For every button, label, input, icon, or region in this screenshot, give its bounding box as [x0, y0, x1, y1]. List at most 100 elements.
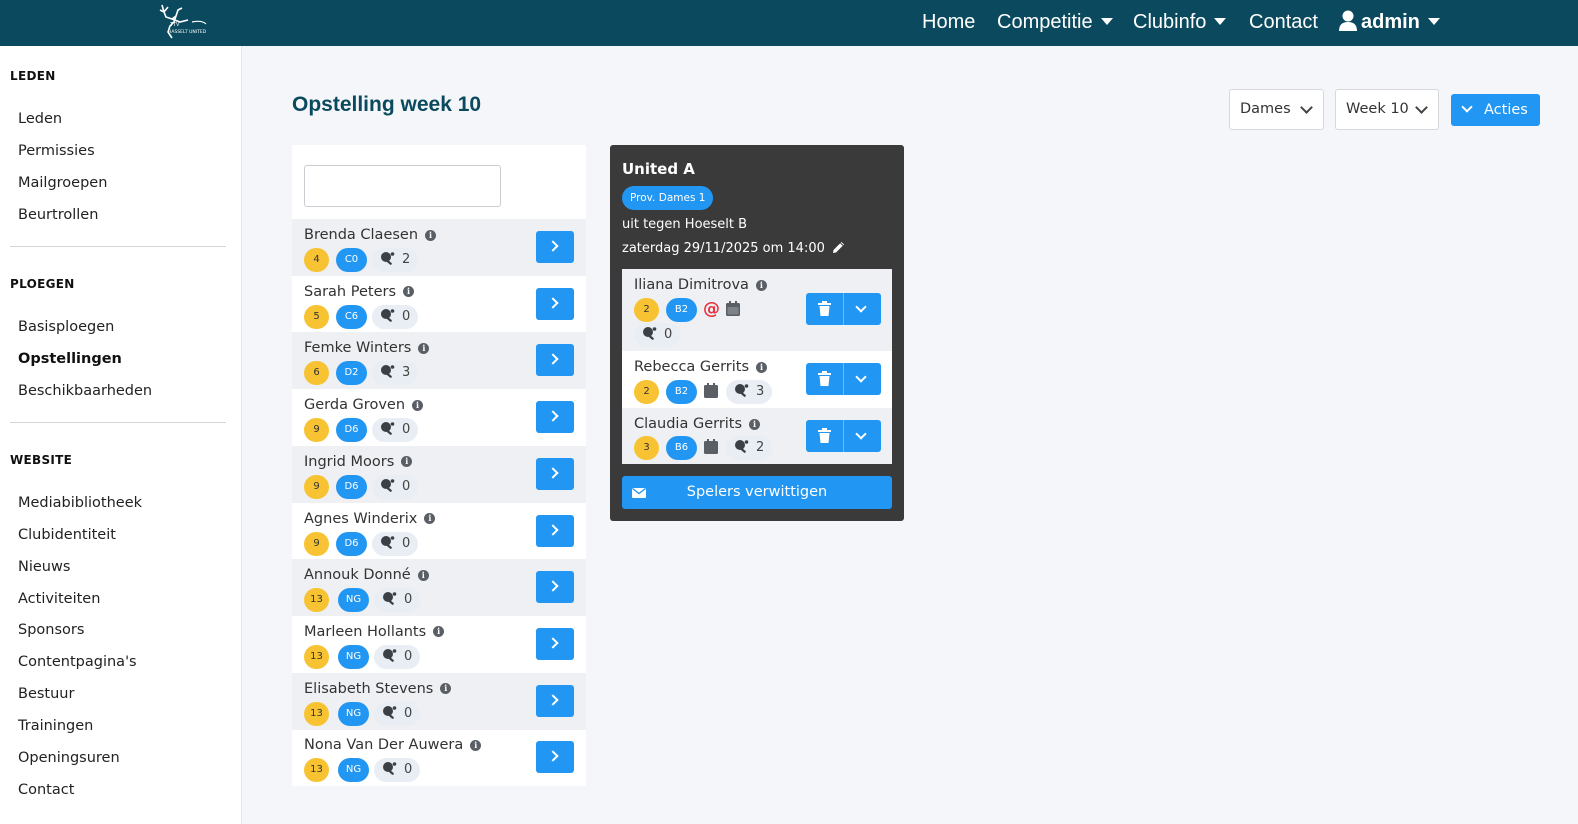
- matches-played-badge: 3: [726, 380, 773, 404]
- team-player-name: Rebecca Gerrits: [634, 359, 750, 375]
- notify-players-button[interactable]: Spelers verwittigen: [622, 476, 892, 509]
- add-player-button[interactable]: [536, 287, 574, 320]
- sidebar-item-contact[interactable]: Contact: [18, 782, 74, 798]
- chevron-down-icon[interactable]: [855, 428, 867, 440]
- add-player-button[interactable]: [536, 741, 574, 774]
- available-players-panel: Brenda Claesen i 4 C0 2 Sarah Peters i 5 C6 0 Femk…: [292, 145, 586, 786]
- chevron-down-icon: [1300, 101, 1313, 114]
- class-badge: C6: [336, 304, 367, 329]
- week-select[interactable]: Week 10: [1335, 89, 1439, 130]
- info-icon[interactable]: i: [403, 286, 415, 298]
- player-name-row: Agnes Winderix i: [304, 510, 436, 527]
- add-player-button[interactable]: [536, 457, 574, 490]
- sidebar-item-nieuws[interactable]: Nieuws: [18, 559, 70, 575]
- team-player-name-row: Iliana Dimitrova i: [634, 277, 767, 293]
- sidebar-item-beurtrollen[interactable]: Beurtrollen: [18, 207, 98, 223]
- nav-contact[interactable]: Contact: [1249, 0, 1318, 46]
- category-select-value: Dames: [1240, 101, 1291, 117]
- add-player-button[interactable]: [536, 684, 574, 717]
- sidebar-item-leden[interactable]: Leden: [18, 111, 62, 127]
- table-tennis-icon: [735, 384, 749, 397]
- trash-icon[interactable]: [818, 428, 831, 443]
- info-icon[interactable]: i: [417, 569, 429, 581]
- info-icon[interactable]: i: [401, 456, 413, 468]
- info-icon[interactable]: i: [425, 229, 437, 241]
- player-action-group: [806, 293, 881, 325]
- info-icon[interactable]: i: [470, 739, 482, 751]
- sidebar-item-bestuur[interactable]: Bestuur: [18, 686, 74, 702]
- caret-down-icon: [1214, 17, 1227, 25]
- table-tennis-icon: [735, 440, 749, 453]
- actions-label: Acties: [1484, 102, 1528, 118]
- info-icon[interactable]: i: [418, 342, 430, 354]
- sidebar-item-basisploegen[interactable]: Basisploegen: [18, 319, 114, 335]
- nav-user-menu[interactable]: admin: [1339, 0, 1440, 46]
- class-badge: NG: [338, 758, 369, 783]
- nav-clubinfo[interactable]: Clubinfo: [1133, 0, 1227, 46]
- club-logo[interactable]: TTV HASSELT UNITED: [150, 2, 210, 42]
- actions-button[interactable]: Acties: [1451, 94, 1540, 126]
- player-row: Elisabeth Stevens i 13 NG 0: [292, 672, 586, 730]
- info-icon[interactable]: i: [424, 513, 436, 524]
- nav-home[interactable]: Home: [922, 0, 975, 46]
- sidebar-item-trainingen[interactable]: Trainingen: [18, 718, 93, 734]
- nav-competitie[interactable]: Competitie: [997, 0, 1113, 46]
- class-badge: B2: [666, 298, 697, 322]
- player-name: Gerda Groven: [304, 397, 406, 414]
- chevron-down-icon[interactable]: [855, 371, 867, 383]
- sidebar-item-opstellingen[interactable]: Opstellingen: [18, 351, 122, 367]
- match-opponent: uit tegen Hoeselt B: [622, 217, 748, 232]
- info-icon[interactable]: i: [433, 626, 445, 638]
- sidebar-item-contentpaginas[interactable]: Contentpagina's: [18, 654, 137, 670]
- add-player-button[interactable]: [536, 401, 574, 434]
- calendar-icon: [726, 301, 740, 316]
- info-icon[interactable]: i: [755, 279, 767, 291]
- table-tennis-icon: [643, 327, 657, 340]
- matches-played-badge: 0: [374, 644, 421, 669]
- matches-played-badge: 0: [372, 418, 419, 443]
- chevron-down-icon[interactable]: [855, 301, 867, 313]
- add-player-button[interactable]: [536, 571, 574, 604]
- player-name-row: Sarah Peters i: [304, 284, 415, 300]
- pencil-icon[interactable]: [831, 240, 846, 255]
- sidebar: LEDEN Leden Permissies Mailgroepen Beurt…: [0, 46, 242, 824]
- player-search-input[interactable]: [304, 165, 501, 207]
- add-player-button[interactable]: [536, 514, 574, 547]
- info-icon[interactable]: i: [749, 418, 761, 430]
- sidebar-item-openingsuren[interactable]: Openingsuren: [18, 750, 120, 766]
- category-select[interactable]: Dames: [1229, 89, 1324, 130]
- sidebar-item-mediabibliotheek[interactable]: Mediabibliotheek: [18, 495, 142, 511]
- add-player-button[interactable]: [536, 627, 574, 660]
- sidebar-item-activiteiten[interactable]: Activiteiten: [18, 591, 100, 607]
- class-badge: NG: [338, 588, 369, 613]
- player-action-group: [806, 363, 881, 395]
- team-name: United A: [622, 160, 695, 178]
- info-icon[interactable]: i: [440, 683, 452, 695]
- class-badge: NG: [338, 701, 369, 726]
- league-badge: Prov. Dames 1: [622, 186, 714, 210]
- team-card: United A Prov. Dames 1 uit tegen Hoeselt…: [610, 145, 904, 521]
- player-name: Agnes Winderix: [304, 510, 418, 527]
- class-badge: D6: [336, 418, 367, 443]
- team-player-name: Iliana Dimitrova: [634, 277, 749, 293]
- sidebar-item-clubidentiteit[interactable]: Clubidentiteit: [18, 527, 116, 543]
- info-icon[interactable]: i: [756, 361, 768, 373]
- add-player-button[interactable]: [536, 344, 574, 377]
- trash-icon[interactable]: [818, 371, 831, 386]
- info-icon[interactable]: i: [412, 399, 424, 411]
- chevron-right-icon: [547, 637, 559, 649]
- sidebar-heading-ploegen: PLOEGEN: [10, 277, 75, 291]
- sidebar-item-beschikbaarheden[interactable]: Beschikbaarheden: [18, 383, 152, 399]
- table-tennis-icon: [381, 422, 395, 435]
- player-row: Sarah Peters i 5 C6 0: [292, 276, 586, 333]
- matches-played-badge: 0: [374, 758, 421, 783]
- add-player-button[interactable]: [536, 231, 574, 263]
- trash-icon[interactable]: [818, 301, 831, 316]
- player-name: Brenda Claesen: [304, 227, 419, 243]
- sidebar-divider: [10, 246, 226, 247]
- matches-played-badge: 0: [372, 474, 419, 499]
- caret-down-icon: [1100, 17, 1113, 25]
- sidebar-item-sponsors[interactable]: Sponsors: [18, 622, 84, 638]
- sidebar-item-permissies[interactable]: Permissies: [18, 143, 95, 159]
- sidebar-item-mailgroepen[interactable]: Mailgroepen: [18, 175, 107, 191]
